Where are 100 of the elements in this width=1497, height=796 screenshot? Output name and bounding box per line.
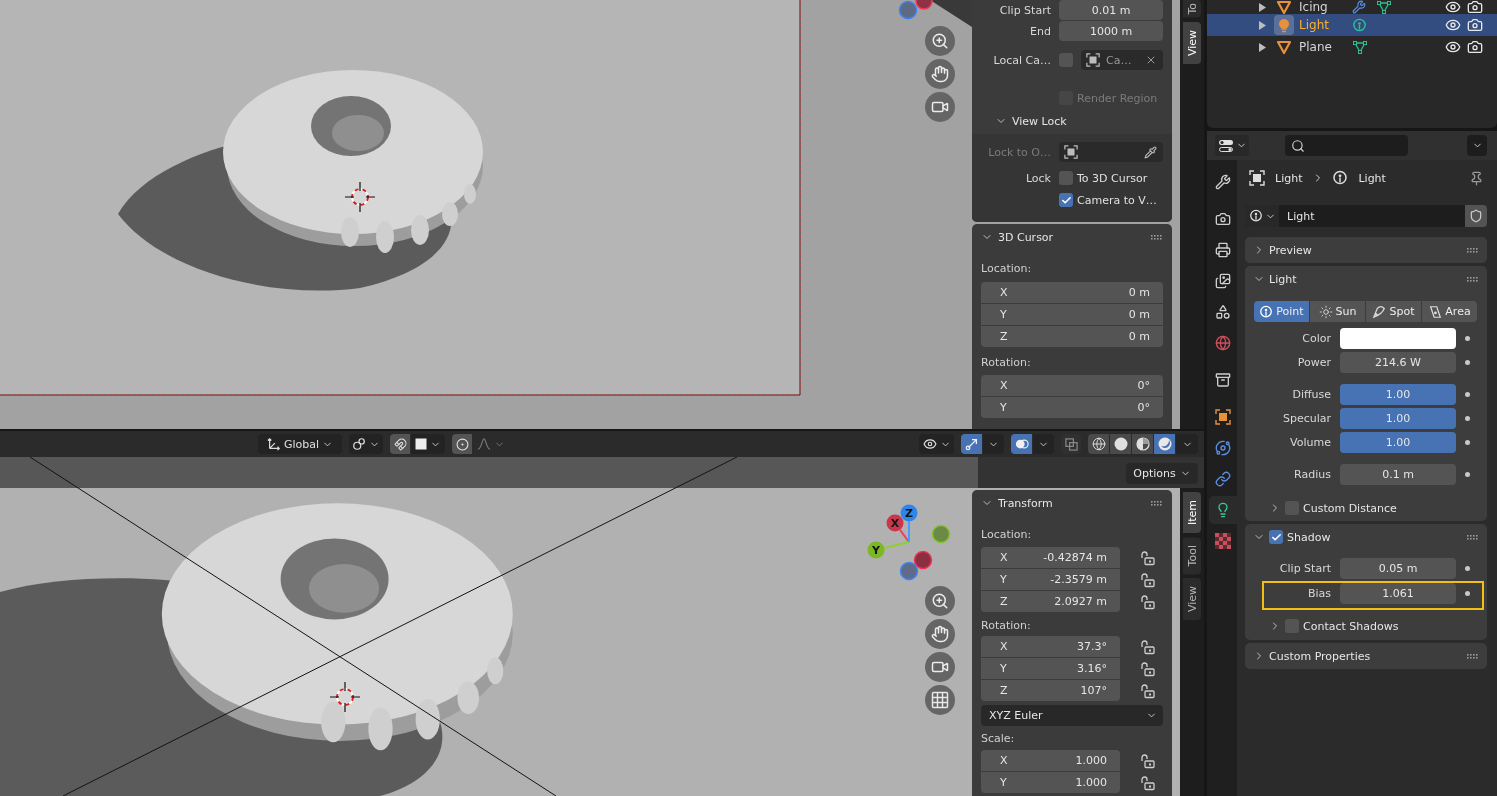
- triangle-right-icon[interactable]: [1258, 42, 1266, 52]
- number-field[interactable]: Y 1.000: [981, 772, 1120, 793]
- light-type-button[interactable]: Point: [1254, 301, 1309, 322]
- keyframe-dot-icon[interactable]: [1464, 440, 1470, 445]
- eye-icon[interactable]: [1445, 39, 1461, 55]
- number-field[interactable]: Z 0 m: [981, 326, 1163, 347]
- zoom-button[interactable]: [925, 586, 955, 616]
- subpanel-header[interactable]: View Lock: [972, 108, 1172, 134]
- sidebar-tab[interactable]: View: [1183, 578, 1201, 621]
- projection-button[interactable]: [925, 685, 955, 715]
- number-field[interactable]: X 0 m: [981, 282, 1163, 303]
- camera-view-button[interactable]: [925, 652, 955, 682]
- orientation-dropdown[interactable]: Global: [258, 434, 342, 454]
- checkbox-label[interactable]: To 3D Cursor: [1077, 171, 1148, 185]
- overlays-toggle[interactable]: [1011, 434, 1032, 454]
- panel-header[interactable]: Light: [1245, 266, 1487, 292]
- keyframe-dot-icon[interactable]: [1464, 416, 1470, 421]
- pan-button[interactable]: [925, 619, 955, 649]
- camera-icon[interactable]: [1467, 0, 1483, 15]
- sidebar-tab[interactable]: To: [1183, 0, 1201, 18]
- light-type-button[interactable]: Area: [1422, 301, 1477, 322]
- keyframe-dot-icon[interactable]: [1464, 591, 1470, 596]
- outliner-row[interactable]: Icing: [1207, 0, 1497, 14]
- panel-header[interactable]: Transform: [972, 490, 1172, 516]
- open-padlock-icon[interactable]: [1140, 682, 1156, 699]
- number-field[interactable]: Y -2.3579 m: [981, 569, 1120, 590]
- camera-view-button[interactable]: [925, 92, 955, 122]
- sidebar-tab[interactable]: View: [1183, 21, 1201, 64]
- number-field[interactable]: Z 107°: [981, 680, 1120, 701]
- keyframe-dot-icon[interactable]: [1464, 392, 1470, 397]
- shading-mode-button[interactable]: [1154, 434, 1175, 454]
- camera-icon[interactable]: [1467, 17, 1483, 33]
- pan-button[interactable]: [925, 59, 955, 89]
- sidebar-tab[interactable]: Item: [1183, 492, 1201, 534]
- number-field[interactable]: 214.6 W: [1340, 352, 1456, 373]
- viewport-3d[interactable]: Global X Y Z Options Transform Location: X -0.42874 m Y -2.3579 m Z 2.0927 m Rotation: X 37.3° Y 3.16° Z 107° XYZ Euler Scale: X 1.000 Y 1.000 Item Tool View: [0, 431, 1204, 796]
- checkbox[interactable]: [1059, 53, 1073, 67]
- open-padlock-icon[interactable]: [1140, 752, 1156, 769]
- visibility-dropdown[interactable]: [919, 434, 954, 454]
- number-field[interactable]: Z 2.0927 m: [981, 591, 1120, 612]
- number-field[interactable]: Y 3.16°: [981, 658, 1120, 679]
- snap-target-dropdown[interactable]: [411, 434, 445, 454]
- number-field[interactable]: Y 0°: [981, 397, 1163, 418]
- checkbox[interactable]: [1269, 530, 1283, 544]
- number-field[interactable]: 1000 m: [1059, 21, 1163, 41]
- pin-icon[interactable]: [1469, 170, 1484, 186]
- slider[interactable]: 1.00: [1340, 384, 1456, 405]
- open-padlock-icon[interactable]: [1140, 660, 1156, 677]
- slider[interactable]: 1.00: [1340, 408, 1456, 429]
- name-field[interactable]: Light: [1279, 205, 1465, 227]
- number-field[interactable]: X -0.42874 m: [981, 547, 1120, 568]
- number-field[interactable]: X 0°: [981, 375, 1163, 396]
- proportional-editing-toggle[interactable]: [452, 434, 472, 454]
- open-padlock-icon[interactable]: [1140, 571, 1156, 588]
- slider[interactable]: 1.00: [1340, 432, 1456, 453]
- checkbox[interactable]: [1059, 193, 1073, 207]
- eye-icon[interactable]: [1445, 0, 1461, 15]
- keyframe-dot-icon[interactable]: [1464, 336, 1470, 341]
- editor-type-button[interactable]: [1215, 135, 1249, 156]
- eye-icon[interactable]: [1445, 17, 1461, 33]
- options-button[interactable]: Options: [1126, 463, 1198, 484]
- open-padlock-icon[interactable]: [1140, 593, 1156, 610]
- light-type-button[interactable]: Spot: [1366, 301, 1421, 322]
- rotation-mode-dropdown[interactable]: XYZ Euler: [981, 705, 1163, 726]
- snap-toggle[interactable]: [390, 434, 410, 454]
- number-field[interactable]: X 37.3°: [981, 636, 1120, 657]
- number-field[interactable]: Y 0 m: [981, 304, 1163, 325]
- xray-toggle[interactable]: [1061, 434, 1081, 454]
- number-field[interactable]: 0.1 m: [1340, 464, 1456, 485]
- viewport-canvas[interactable]: X Y Z Options Transform Location: X -0.42874 m Y -2.3579 m Z 2.0927 m Rotation: X 37.3° Y 3.16° Z 107° XYZ Euler Scale: X 1.000 Y 1.000 Item Tool View: [0, 457, 1204, 796]
- shading-mode-button[interactable]: [1110, 434, 1131, 454]
- number-field[interactable]: 1.061: [1340, 583, 1456, 604]
- object-field[interactable]: [1059, 142, 1163, 162]
- triangle-right-icon[interactable]: [1258, 2, 1266, 12]
- color-swatch[interactable]: [1340, 328, 1456, 349]
- object-name[interactable]: Plane: [1299, 40, 1349, 54]
- shading-mode-button[interactable]: [1132, 434, 1153, 454]
- sidebar-tab[interactable]: Tool: [1183, 537, 1201, 575]
- properties-tab[interactable]: [1209, 496, 1237, 524]
- open-padlock-icon[interactable]: [1140, 638, 1156, 655]
- gizmo-toggle[interactable]: [961, 434, 982, 454]
- number-field[interactable]: 0.01 m: [1059, 0, 1163, 20]
- keyframe-dot-icon[interactable]: [1464, 360, 1470, 365]
- shading-mode-button[interactable]: [1088, 434, 1109, 454]
- zoom-button[interactable]: [925, 26, 955, 56]
- panel-header[interactable]: Custom Properties: [1245, 643, 1487, 669]
- panel-header[interactable]: 3D Cursor: [972, 224, 1172, 250]
- object-name[interactable]: Light: [1299, 18, 1349, 32]
- open-padlock-icon[interactable]: [1140, 549, 1156, 566]
- triangle-right-icon[interactable]: [1258, 20, 1266, 30]
- panel-header[interactable]: Preview: [1245, 237, 1487, 263]
- light-type-button[interactable]: Sun: [1310, 301, 1365, 322]
- search-field[interactable]: [1285, 135, 1408, 156]
- object-field[interactable]: Ca…: [1081, 50, 1163, 70]
- camera-icon[interactable]: [1467, 39, 1483, 55]
- keyframe-dot-icon[interactable]: [1464, 472, 1470, 477]
- outliner-row[interactable]: Light: [1207, 14, 1497, 36]
- subpanel-header[interactable]: Contact Shadows: [1245, 615, 1487, 637]
- open-padlock-icon[interactable]: [1140, 774, 1156, 791]
- pivot-dropdown[interactable]: [349, 434, 383, 454]
